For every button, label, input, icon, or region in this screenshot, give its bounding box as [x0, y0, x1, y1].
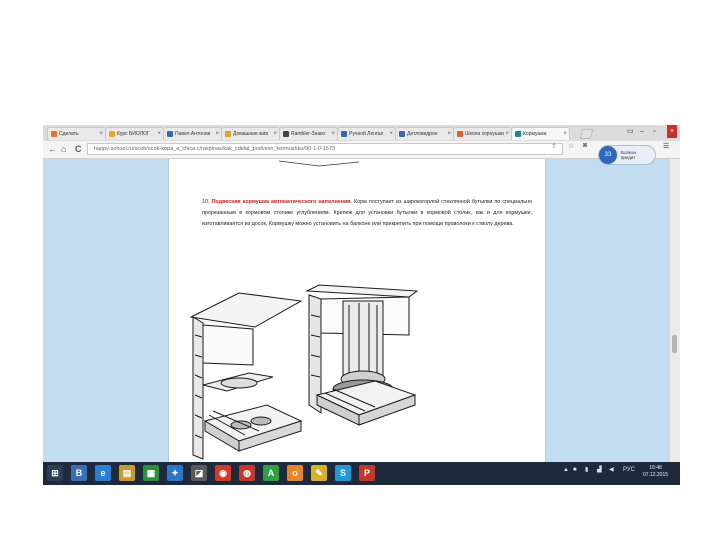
home-button[interactable]: ⌂: [61, 143, 66, 155]
back-button[interactable]: ←: [48, 143, 57, 155]
reload-button[interactable]: C: [75, 143, 82, 155]
minimize-button[interactable]: –: [640, 126, 644, 138]
screenshot-frame: Сделать × Курс БИОЛОГ × Павел Антонов × Домашн…: [43, 125, 680, 485]
close-window-button[interactable]: ×: [667, 125, 678, 138]
tab-close-icon[interactable]: ×: [215, 128, 219, 140]
vertical-scrollbar[interactable]: [670, 159, 680, 462]
clock-time: 18:48: [649, 465, 662, 471]
taskbar-app-3[interactable]: ▤: [119, 465, 135, 481]
tab-label: Павел Антонов: [175, 131, 211, 137]
tab-close-icon[interactable]: ×: [389, 128, 393, 140]
tab-label: Школа хорнушки: [465, 131, 504, 137]
system-clock[interactable]: 18:48 07.12.2015: [643, 465, 668, 479]
volume-icon[interactable]: ◀: [609, 466, 614, 474]
tab-6[interactable]: Дятловедрон ×: [395, 127, 454, 140]
tab-close-icon[interactable]: ×: [447, 128, 451, 140]
article-paragraph: 10. Подвесная кормушка автоматического н…: [202, 197, 532, 229]
left-feeder-drawing: [189, 292, 303, 460]
tab-favicon-icon: [399, 131, 405, 137]
user-icon[interactable]: ▭: [627, 126, 634, 138]
taskbar-app-5[interactable]: ✦: [167, 465, 183, 481]
windows-taskbar: ⊞ Be ▤ ▦ ✦ ◪ ◉ ◍ Ao ✎ S P ▲ ■ ▮ ▟ ◀ РУС 18:48 07.12…: [43, 462, 680, 485]
paragraph-number: 10.: [202, 199, 210, 205]
tray-arrow-icon[interactable]: ▲: [563, 466, 569, 474]
taskbar-app-1[interactable]: B: [71, 465, 87, 481]
right-feeder-drawing: [305, 284, 419, 426]
browser-toolbar: ← ⌂ C happy-school.ru/scob/ocok-kopa_a_c…: [43, 141, 680, 159]
tab-label: Домашние жив: [233, 131, 268, 137]
article-sheet: 10. Подвесная кормушка автоматического н…: [168, 159, 546, 462]
tab-1[interactable]: Курс БИОЛОГ ×: [105, 127, 164, 140]
tab-favicon-icon: [457, 131, 463, 137]
page-viewport: 10. Подвесная кормушка автоматического н…: [43, 159, 670, 462]
tab-favicon-icon: [225, 131, 231, 137]
tab-close-icon[interactable]: ×: [157, 128, 161, 140]
language-indicator[interactable]: РУС: [623, 466, 635, 474]
tab-favicon-icon: [51, 131, 57, 137]
tab-7[interactable]: Школа хорнушки ×: [453, 127, 512, 140]
floating-widget[interactable]: 33 Болезн вредит: [598, 145, 656, 165]
taskbar-app-12[interactable]: S: [335, 465, 351, 481]
tab-strip: Сделать × Курс БИОЛОГ × Павел Антонов × Домашн…: [43, 125, 680, 142]
tray-icon-2[interactable]: ▮: [585, 466, 588, 474]
tab-close-icon[interactable]: ×: [273, 128, 277, 140]
taskbar-app-7[interactable]: ◉: [215, 465, 231, 481]
tab-2[interactable]: Павел Антонов ×: [163, 127, 222, 140]
tray-icon-1[interactable]: ■: [573, 466, 577, 474]
tab-label: Rambler-Знако: [291, 131, 326, 137]
widget-badge: 33: [599, 146, 617, 164]
menu-icon[interactable]: ☰: [663, 142, 669, 150]
paragraph-title: Подвесная кормушка автоматического напол…: [211, 199, 352, 205]
tab-close-icon[interactable]: ×: [505, 128, 509, 140]
new-tab-button[interactable]: [579, 129, 594, 139]
tab-8[interactable]: Кормушка ×: [511, 127, 570, 140]
tab-4[interactable]: Rambler-Знако ×: [279, 127, 338, 140]
taskbar-app-2[interactable]: e: [95, 465, 111, 481]
taskbar-app-10[interactable]: o: [287, 465, 303, 481]
tab-favicon-icon: [109, 131, 115, 137]
taskbar-app-8[interactable]: ◍: [239, 465, 255, 481]
network-icon[interactable]: ▟: [597, 466, 602, 474]
tab-label: Курс БИОЛОГ: [117, 131, 150, 137]
extension-icon[interactable]: ◙: [583, 142, 587, 149]
tab-0[interactable]: Сделать ×: [47, 127, 106, 140]
tab-label: Ручной Ленгал: [349, 131, 384, 137]
taskbar-app-4[interactable]: ▦: [143, 465, 159, 481]
feeder-illustration: [189, 284, 419, 460]
tab-close-icon[interactable]: ×: [99, 128, 103, 140]
widget-line-2: вредит: [621, 155, 636, 160]
tab-close-icon[interactable]: ×: [563, 128, 567, 140]
address-bar[interactable]: happy-school.ru/scob/ocok-kopa_a_chica.c…: [87, 143, 563, 155]
tab-3[interactable]: Домашние жив ×: [221, 127, 280, 140]
previous-illustration-edge: [278, 160, 360, 167]
taskbar-app-6[interactable]: ◪: [191, 465, 207, 481]
tab-label: Кормушка: [523, 131, 547, 137]
taskbar-app-11[interactable]: ✎: [311, 465, 327, 481]
taskbar-app-9[interactable]: A: [263, 465, 279, 481]
bookmark-star-icon[interactable]: ☆: [568, 142, 574, 150]
scrollbar-thumb[interactable]: [672, 335, 677, 353]
widget-text: Болезн вредит: [621, 150, 636, 160]
tab-favicon-icon: [515, 131, 521, 137]
tab-label: Дятловедрон: [407, 131, 438, 137]
tab-label: Сделать: [59, 131, 79, 137]
taskbar-app-13[interactable]: P: [359, 465, 375, 481]
share-icon[interactable]: ⇪: [551, 142, 557, 150]
tab-favicon-icon: [167, 131, 173, 137]
start-button[interactable]: ⊞: [47, 465, 63, 481]
tab-favicon-icon: [341, 131, 347, 137]
tab-close-icon[interactable]: ×: [331, 128, 335, 140]
clock-date: 07.12.2015: [643, 472, 669, 478]
maximize-button[interactable]: ▫: [653, 126, 655, 138]
tab-5[interactable]: Ручной Ленгал ×: [337, 127, 396, 140]
tab-favicon-icon: [283, 131, 289, 137]
